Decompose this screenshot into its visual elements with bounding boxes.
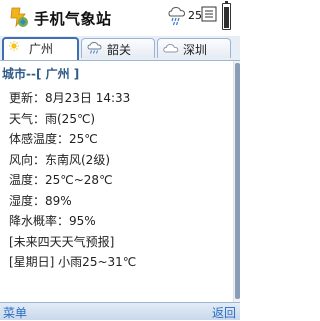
- precipitation-row: 降水概率：95%: [9, 214, 96, 228]
- tab-shaoguan[interactable]: 韶关: [81, 38, 155, 58]
- battery-icon: [222, 1, 231, 30]
- tab-label: 深圳: [183, 43, 208, 57]
- temperature-row: 温度：25℃~28℃: [9, 173, 113, 187]
- sun-icon: [9, 41, 19, 51]
- update-time-row: 更新：8月23日 14:33: [9, 91, 131, 105]
- scrollbar[interactable]: [233, 61, 240, 302]
- app-title: 手机气象站: [34, 10, 112, 28]
- menu-softkey[interactable]: 菜单: [3, 304, 27, 321]
- wind-row: 风向：东南风(2级): [9, 152, 110, 167]
- rain-cloud-icon: [87, 42, 102, 54]
- weather-status-icon: [168, 6, 186, 26]
- softkey-bar: 菜单 返回: [0, 302, 240, 320]
- list-icon[interactable]: [201, 6, 217, 22]
- tab-shenzhen[interactable]: 深圳: [157, 38, 231, 58]
- weather-info-list: 更新：8月23日 14:33 天气：雨(25℃) 体感温度：25℃ 风向：东南风…: [9, 88, 136, 273]
- back-softkey[interactable]: 返回: [212, 304, 236, 321]
- city-tab-bar: 广州 韶关 深圳: [0, 36, 240, 61]
- tab-label: 广州: [29, 42, 54, 56]
- status-number: 25: [188, 9, 202, 22]
- cloud-icon: [163, 44, 179, 53]
- humidity-row: 湿度：89%: [9, 193, 72, 208]
- scroll-thumb[interactable]: [235, 63, 240, 299]
- weather-row: 天气：雨(25℃): [9, 111, 96, 126]
- forecast-heading-row: [未来四天天气预报]: [9, 234, 115, 249]
- app-logo-icon: [10, 7, 28, 28]
- forecast-row: [星期日] 小雨25~31℃: [9, 255, 137, 269]
- city-heading: 城市--[ 广州 ]: [2, 67, 80, 81]
- tab-guangzhou[interactable]: 广州: [2, 37, 79, 60]
- weather-detail-panel: 城市--[ 广州 ] 更新：8月23日 14:33 天气：雨(25℃) 体感温度…: [0, 61, 232, 302]
- feels-like-row: 体感温度：25℃: [9, 132, 98, 146]
- tab-label: 韶关: [107, 43, 132, 57]
- title-bar: 手机气象站 25: [0, 0, 240, 37]
